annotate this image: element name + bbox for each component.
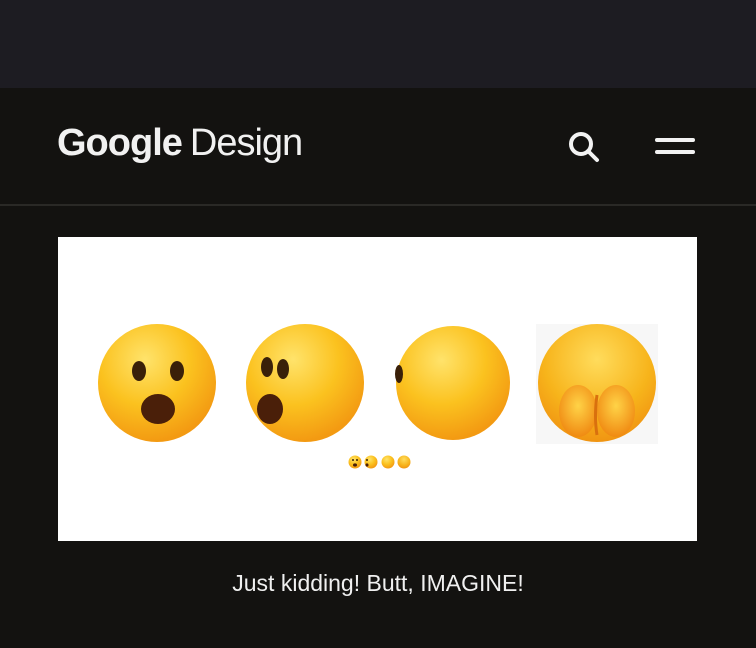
surprised-side-face-icon (246, 324, 364, 442)
google-design-logo[interactable]: Google Design (57, 122, 303, 165)
small-emoji-sequence (348, 455, 411, 469)
astonished-face-icon (98, 324, 216, 442)
tiny-astonished-face-icon (348, 455, 362, 469)
logo-product: Design (189, 122, 303, 164)
logo-brand: Google (57, 122, 183, 164)
status-bar (0, 0, 756, 88)
search-button[interactable] (563, 126, 605, 168)
tiny-head-back-icon (381, 455, 395, 469)
image-caption: Just kidding! Butt, IMAGINE! (232, 570, 524, 596)
search-icon (569, 132, 599, 162)
menu-icon (655, 138, 695, 154)
back-of-head-icon (395, 326, 510, 440)
site-header: Google Design (0, 88, 756, 206)
hero-image (58, 237, 697, 541)
butt-face-icon (536, 324, 658, 444)
menu-button[interactable] (650, 126, 700, 168)
tiny-butt-icon (397, 455, 411, 469)
tiny-side-face-icon (364, 455, 378, 469)
